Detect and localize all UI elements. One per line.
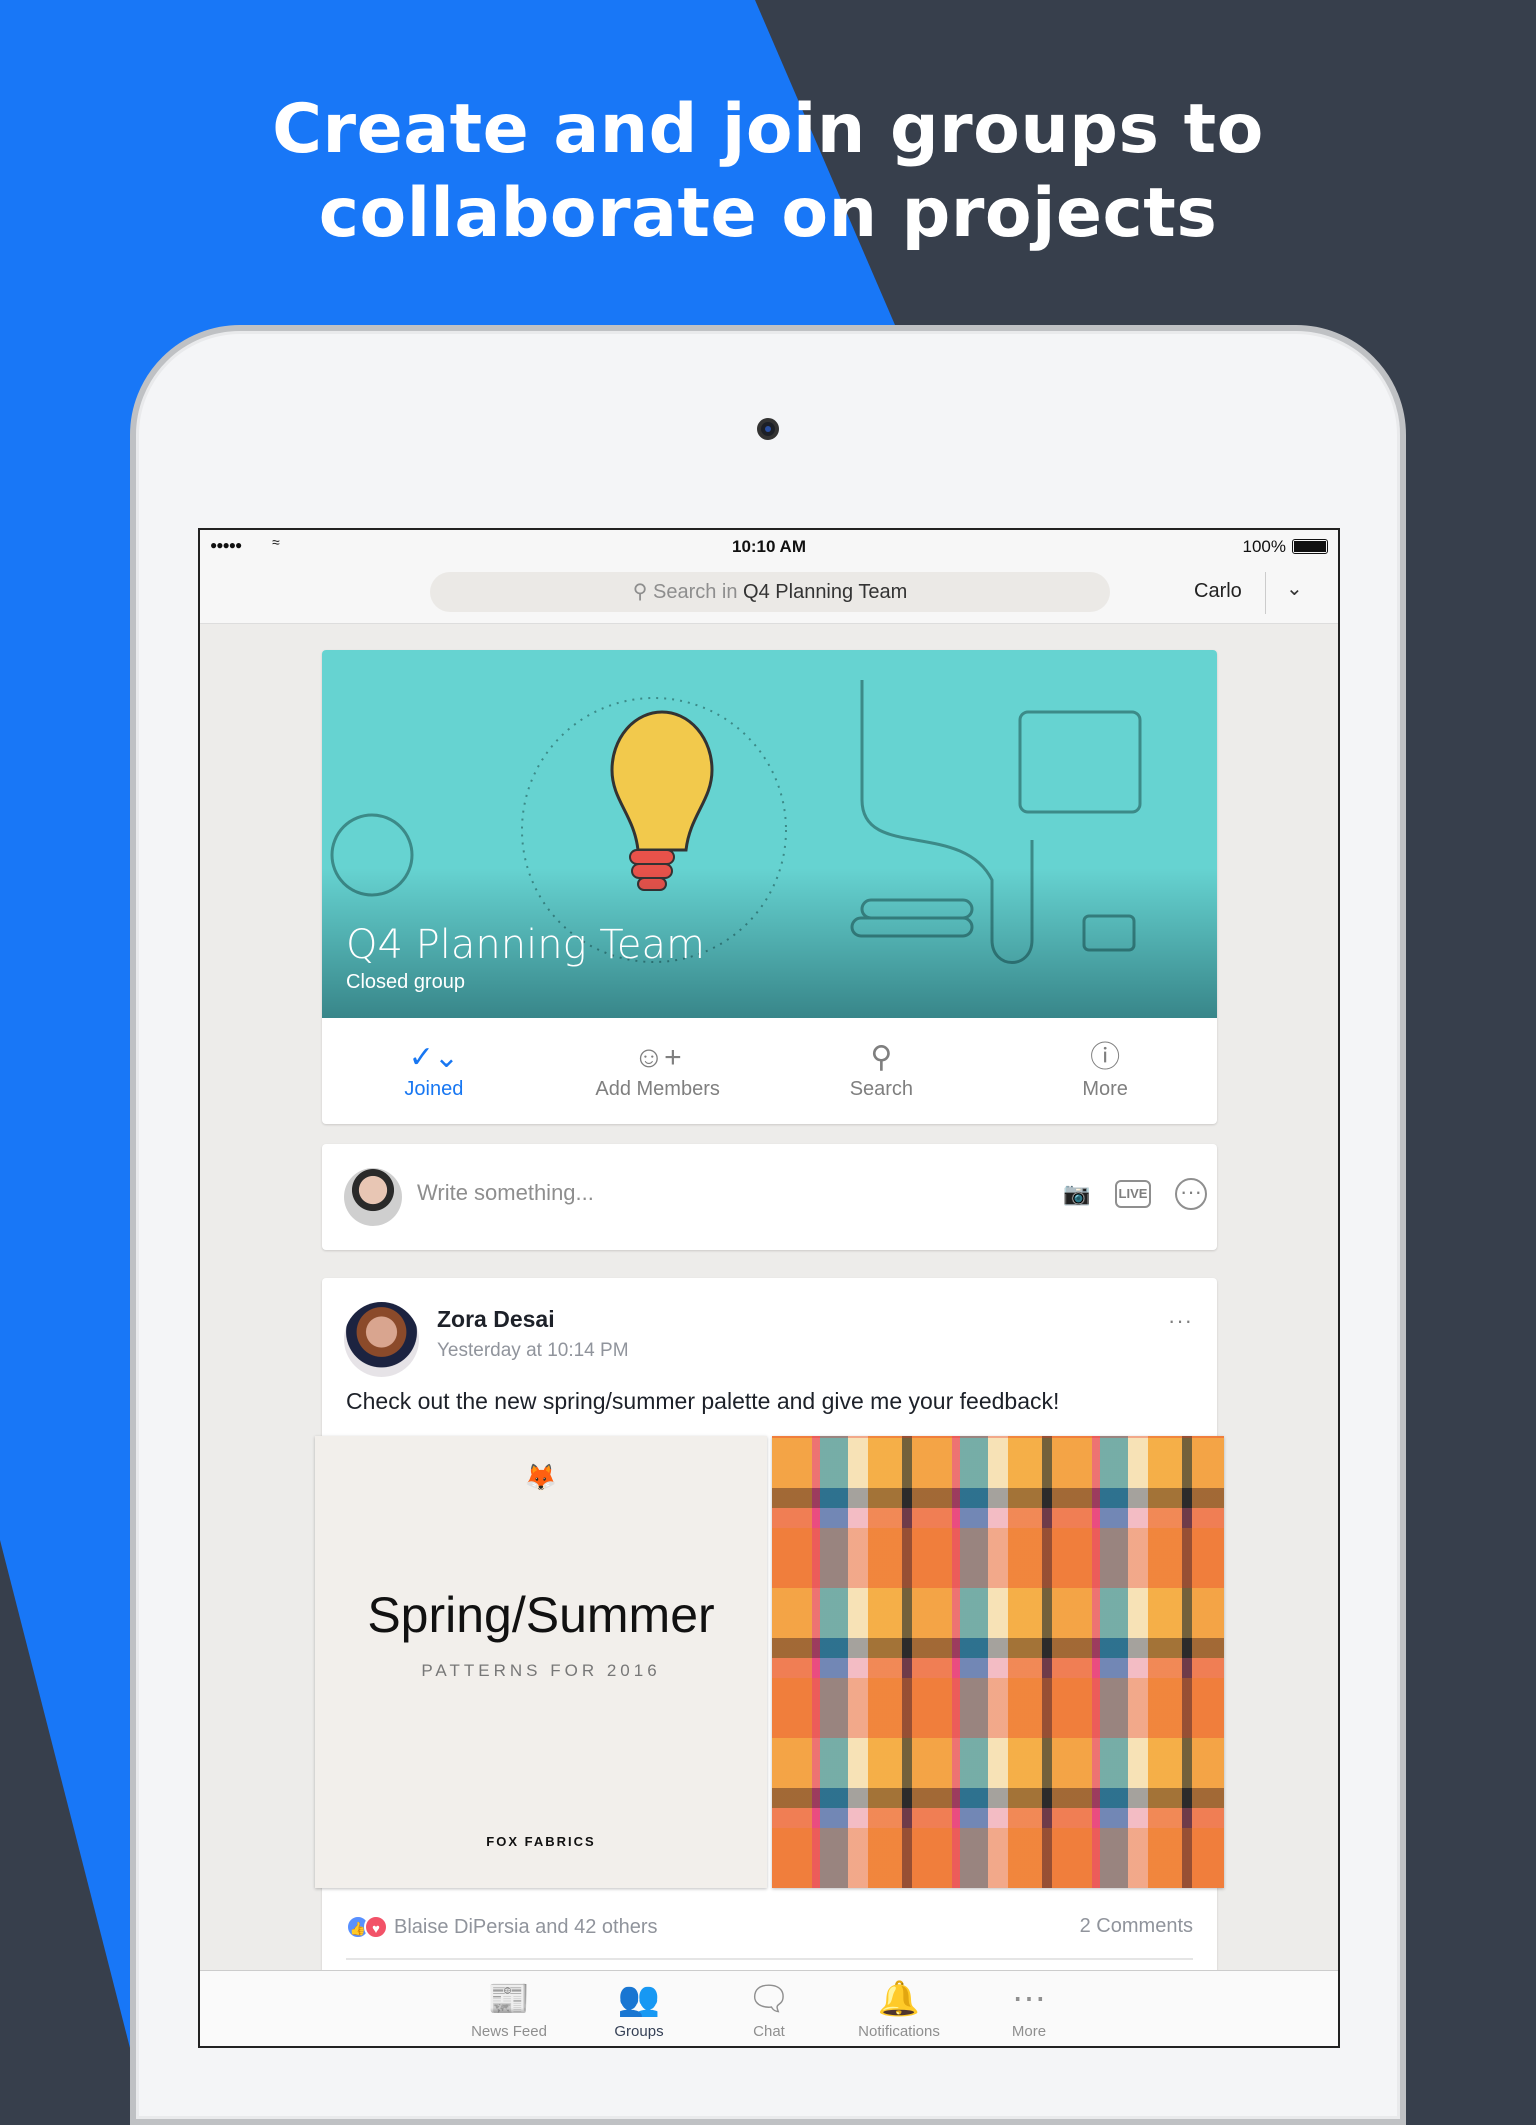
status-time: 10:10 AM	[731, 537, 806, 556]
camera-icon[interactable]: 📷	[1057, 1174, 1097, 1214]
more-icon[interactable]: ···	[1175, 1178, 1207, 1210]
post-options-icon[interactable]: ···	[1168, 1308, 1193, 1334]
check-circle-icon: ✓⌄	[408, 1041, 460, 1074]
add-members-label: Add Members	[595, 1078, 720, 1100]
catalog-brand: FOX FABRICS	[486, 1834, 596, 1849]
group-cover-photo[interactable]: Q4 Planning Team Closed group	[322, 650, 1217, 1018]
love-reaction-icon: ♥	[364, 1915, 388, 1939]
reactions-text: Blaise DiPersia and 42 others	[394, 1915, 658, 1938]
search-input[interactable]: ⚲ Search in Q4 Planning Team	[430, 572, 1110, 612]
add-person-icon: ☺+	[633, 1041, 682, 1074]
chat-icon: 🗨	[747, 1980, 791, 2018]
chevron-down-icon[interactable]: ⌄	[1286, 576, 1303, 601]
status-bar: ●●●●● ≈ 10:10 AM 100%	[200, 530, 1338, 562]
groups-icon: 👥	[617, 1980, 661, 2018]
tab-bar: 📰 News Feed 👥 Groups 🗨 Chat 🔔 Notificati…	[200, 1970, 1338, 2046]
battery-icon	[1292, 539, 1328, 554]
tab-label: Chat	[753, 2023, 785, 2040]
avatar[interactable]	[344, 1168, 402, 1226]
tab-news-feed[interactable]: 📰 News Feed	[444, 1971, 574, 2046]
search-icon: ⚲	[870, 1041, 893, 1074]
tab-chat[interactable]: 🗨 Chat	[704, 1971, 834, 2046]
headline-line-1: Create and join groups to	[272, 90, 1264, 169]
post-photo-pattern[interactable]	[772, 1436, 1224, 1888]
group-header-card: Q4 Planning Team Closed group ✓⌄ Joined …	[322, 650, 1217, 1124]
tab-label: Notifications	[858, 2023, 940, 2040]
more-label: More	[1082, 1078, 1128, 1100]
headline: Create and join groups to collaborate on…	[0, 88, 1536, 256]
info-icon: ⓘ	[1090, 1041, 1121, 1074]
more-icon: ⋯	[1012, 1980, 1046, 2018]
more-button[interactable]: ⓘ More	[993, 1018, 1217, 1124]
tab-groups[interactable]: 👥 Groups	[574, 1971, 704, 2046]
composer-card: Write something... 📷 LIVE ···	[322, 1144, 1217, 1250]
tab-more[interactable]: ⋯ More	[964, 1971, 1094, 2046]
tab-label: More	[1011, 2023, 1047, 2040]
ipad-camera	[757, 418, 779, 440]
tab-label: News Feed	[471, 2023, 547, 2040]
battery-percent: 100%	[1242, 537, 1286, 556]
bell-icon: 🔔	[877, 1980, 921, 2018]
tv-icon	[1018, 710, 1142, 814]
post-card: Zora Desai Yesterday at 10:14 PM ··· Che…	[315, 1278, 1224, 1978]
post-text: Check out the new spring/summer palette …	[346, 1388, 1060, 1414]
add-members-button[interactable]: ☺+ Add Members	[546, 1018, 770, 1124]
group-actions: ✓⌄ Joined ☺+ Add Members ⚲ Search ⓘ More	[322, 1018, 1217, 1124]
search-group-name: Q4 Planning Team	[743, 581, 908, 603]
headline-line-2: collaborate on projects	[318, 174, 1218, 253]
search-placeholder: Search in	[652, 581, 738, 603]
group-name: Q4 Planning Team	[346, 922, 706, 968]
tab-label: Groups	[614, 2023, 664, 2040]
nav-divider	[1265, 572, 1266, 614]
live-icon[interactable]: LIVE	[1115, 1180, 1151, 1208]
joined-label: Joined	[404, 1078, 464, 1100]
pattern-overlay	[772, 1436, 1224, 1888]
avatar[interactable]	[344, 1302, 419, 1377]
write-something-input[interactable]: Write something...	[417, 1180, 594, 1206]
tab-notifications[interactable]: 🔔 Notifications	[834, 1971, 964, 2046]
news-feed-icon: 📰	[487, 1980, 531, 2018]
comments-count[interactable]: 2 Comments	[1080, 1915, 1193, 1938]
app-screen: ●●●●● ≈ 10:10 AM 100% ⚲ Search in Q4 Pla…	[198, 528, 1340, 2048]
search-label: Search	[849, 1078, 914, 1100]
fox-logo-icon: 🦊	[524, 1462, 558, 1492]
post-timestamp[interactable]: Yesterday at 10:14 PM	[437, 1340, 629, 1362]
user-name-button[interactable]: Carlo	[1194, 580, 1242, 603]
lightbulb-icon	[610, 710, 714, 852]
joined-button[interactable]: ✓⌄ Joined	[322, 1018, 546, 1124]
group-privacy: Closed group	[346, 971, 465, 993]
post-author[interactable]: Zora Desai	[437, 1306, 555, 1333]
post-divider	[346, 1958, 1193, 1960]
catalog-title: Spring/Summer	[367, 1587, 715, 1643]
reactions-summary[interactable]: 👍 ♥ Blaise DiPersia and 42 others	[346, 1915, 657, 1939]
catalog-subtitle: PATTERNS FOR 2016	[421, 1661, 661, 1680]
search-icon: ⚲	[632, 581, 648, 603]
search-button[interactable]: ⚲ Search	[770, 1018, 994, 1124]
nav-bar: ⚲ Search in Q4 Planning Team Carlo ⌄	[200, 562, 1338, 624]
group-feed: Q4 Planning Team Closed group ✓⌄ Joined …	[315, 650, 1224, 1978]
post-photo-catalog[interactable]: 🦊 Spring/Summer PATTERNS FOR 2016 FOX FA…	[315, 1436, 767, 1888]
